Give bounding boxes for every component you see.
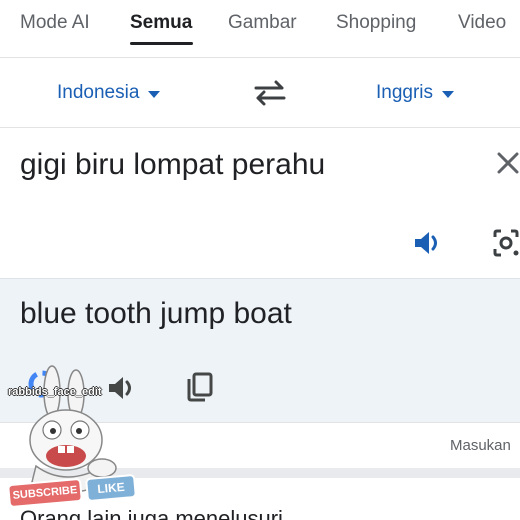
feedback-link[interactable]: Masukan (450, 437, 511, 454)
source-text-panel: gigi biru lompat perahu (0, 128, 520, 278)
speaker-icon[interactable] (412, 228, 444, 258)
search-tabs: Mode AI Semua Gambar Shopping Video (0, 0, 520, 58)
tab-gambar[interactable]: Gambar (228, 12, 297, 34)
translated-text: blue tooth jump boat (20, 297, 292, 330)
caret-down-icon (442, 90, 455, 98)
caret-down-icon (148, 90, 161, 98)
clear-icon[interactable] (494, 149, 520, 177)
swap-languages-icon[interactable] (252, 78, 288, 108)
source-text-input[interactable]: gigi biru lompat perahu (20, 148, 325, 182)
language-selector-row: Indonesia Inggris (0, 58, 520, 128)
like-badge: LIKE (85, 473, 137, 503)
copy-icon[interactable] (186, 371, 214, 403)
tab-shopping[interactable]: Shopping (336, 12, 416, 34)
target-language-label: Inggris (376, 82, 434, 103)
tab-semua[interactable]: Semua (130, 12, 192, 34)
tab-mode-ai[interactable]: Mode AI (20, 12, 90, 34)
google-lens-icon[interactable] (492, 228, 520, 258)
target-language-select[interactable]: Inggris (376, 82, 455, 104)
active-tab-indicator (130, 42, 193, 45)
watermark-handle: rabbids_face_edit (8, 386, 102, 398)
tab-video[interactable]: Video (458, 12, 506, 34)
source-language-label: Indonesia (57, 82, 140, 103)
source-language-select[interactable]: Indonesia (57, 82, 161, 104)
